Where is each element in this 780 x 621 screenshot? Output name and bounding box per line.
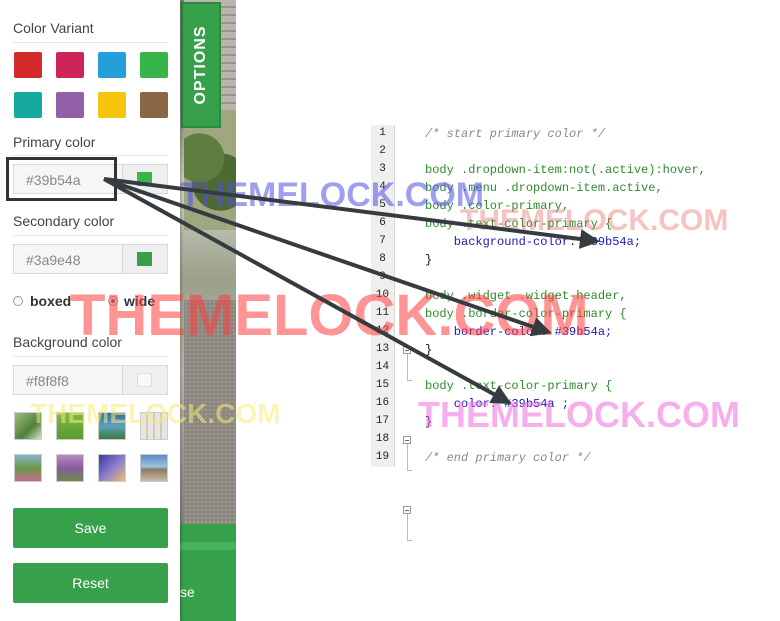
line-number: 8	[379, 253, 386, 265]
tree-image	[184, 110, 236, 230]
bg-thumb-3[interactable]	[98, 412, 126, 440]
line-number: 14	[375, 361, 390, 373]
code-line: body .text-color-primary {	[425, 379, 613, 393]
swatch-crimson[interactable]	[56, 52, 84, 78]
line-number: 9	[379, 271, 386, 283]
swatch-yellow[interactable]	[98, 92, 126, 118]
line-number: 1	[379, 127, 386, 139]
line-number: 7	[379, 235, 386, 247]
code-line: body .text-color-primary {	[425, 217, 613, 231]
background-color-field[interactable]: #f8f8f8	[13, 365, 168, 395]
options-tab-label: OPTIONS	[192, 25, 209, 105]
options-panel: Color Variant Primary color #39b54a Seco…	[0, 0, 180, 621]
line-number: 16	[375, 397, 390, 409]
fold-toggle-11[interactable]	[403, 436, 411, 444]
secondary-color-field[interactable]: #3a9e48	[13, 244, 168, 274]
boxed-label: boxed	[30, 293, 72, 309]
gravel-image	[184, 300, 236, 530]
bg-thumb-5[interactable]	[14, 454, 42, 482]
bg-thumb-1[interactable]	[14, 412, 42, 440]
line-number: 17	[375, 415, 390, 427]
bg-thumb-6[interactable]	[56, 454, 84, 482]
line-number: 18	[375, 433, 390, 445]
line-number: 15	[375, 379, 390, 391]
code-line: body .border-color-primary {	[425, 307, 627, 321]
line-number: 5	[379, 199, 386, 211]
bg-thumb-8[interactable]	[140, 454, 168, 482]
swatch-teal[interactable]	[14, 92, 42, 118]
background-color-value: #f8f8f8	[26, 373, 69, 389]
code-line: background-color: #39b54a;	[425, 235, 642, 249]
line-number-gutter: 1 2 3 4 5 6 7 8 9 10 11 12 13 14 15 16 17 18 19	[371, 125, 395, 467]
code-line: }	[425, 415, 433, 429]
line-number: 3	[379, 163, 386, 175]
secondary-color-title: Secondary color	[13, 213, 115, 229]
background-color-title: Background color	[13, 334, 122, 350]
bg-thumb-4[interactable]	[140, 412, 168, 440]
secondary-color-value: #3a9e48	[26, 252, 81, 268]
line-number: 19	[375, 451, 390, 463]
code-line: color: #39b54a ;	[425, 397, 570, 411]
swatch-red[interactable]	[14, 52, 42, 78]
code-line: }	[425, 253, 433, 267]
secondary-color-chip	[137, 252, 152, 266]
primary-color-title: Primary color	[13, 134, 96, 150]
wide-label: wide	[124, 293, 156, 309]
reset-button[interactable]: Reset	[13, 563, 168, 603]
primary-color-chip	[137, 172, 152, 186]
code-listing: 1 2 3 4 5 6 7 8 9 10 11 12 13 14 15 16 17 18 19 /* start p…	[371, 125, 761, 541]
swatch-green[interactable]	[140, 52, 168, 78]
boxed-radio[interactable]	[13, 296, 23, 306]
swatch-blue[interactable]	[98, 52, 126, 78]
line-number: 2	[379, 145, 386, 157]
line-number: 13	[375, 343, 390, 355]
primary-color-picker[interactable]	[122, 165, 167, 193]
highlight-box	[6, 157, 117, 201]
code-line: body .color-primary,	[425, 199, 570, 213]
footer-text: se	[180, 584, 195, 600]
line-number: 11	[375, 307, 390, 319]
code-line: body .dropdown-item:not(.active):hover,	[425, 163, 706, 177]
wide-radio[interactable]	[108, 296, 118, 306]
code-line: border-color: #39b54a;	[425, 325, 613, 339]
bg-thumb-2[interactable]	[56, 412, 84, 440]
code-line: }	[425, 343, 433, 357]
secondary-color-picker[interactable]	[122, 245, 167, 273]
save-button[interactable]: Save	[13, 508, 168, 548]
code-line: /* start primary color */	[425, 127, 606, 141]
line-number: 6	[379, 217, 386, 229]
line-number: 12	[375, 325, 390, 337]
site-footer-bar: se	[180, 524, 236, 621]
line-number: 10	[375, 289, 390, 301]
background-color-picker[interactable]	[122, 366, 167, 394]
code-line: /* end primary color */	[425, 451, 591, 465]
fold-toggle-6[interactable]	[403, 346, 411, 354]
bg-thumb-7[interactable]	[98, 454, 126, 482]
code-line: body .widget .widget-header,	[425, 289, 627, 303]
swatch-purple[interactable]	[56, 92, 84, 118]
swatch-brown[interactable]	[140, 92, 168, 118]
background-color-chip	[137, 373, 152, 387]
options-tab[interactable]: OPTIONS	[181, 2, 221, 128]
line-number: 4	[379, 181, 386, 193]
fold-toggle-15[interactable]	[403, 506, 411, 514]
color-variant-title: Color Variant	[13, 20, 94, 36]
code-line: body .menu .dropdown-item.active,	[425, 181, 663, 195]
